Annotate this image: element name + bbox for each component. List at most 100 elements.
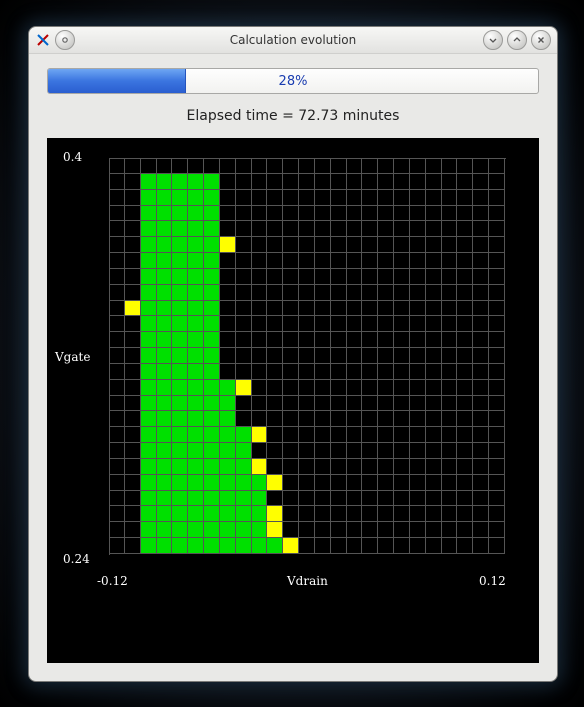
heatmap-cell: [457, 459, 473, 475]
heatmap-cell: [394, 174, 410, 190]
heatmap-cell: [362, 237, 378, 253]
heatmap-cell: [473, 459, 489, 475]
heatmap-cell: [473, 538, 489, 554]
heatmap-cell: [394, 237, 410, 253]
heatmap-cell: [204, 221, 220, 237]
heatmap-cell: [252, 459, 268, 475]
heatmap-cell: [141, 253, 157, 269]
y-tick-top: 0.4: [63, 150, 82, 164]
heatmap-cell: [378, 253, 394, 269]
x-tick-right: 0.12: [479, 574, 506, 588]
heatmap-cell: [394, 316, 410, 332]
heatmap-cell: [347, 380, 363, 396]
heatmap-cell: [489, 491, 505, 507]
heatmap-cell: [204, 285, 220, 301]
heatmap-cell: [457, 285, 473, 301]
heatmap-cell: [331, 459, 347, 475]
heatmap-cell: [378, 316, 394, 332]
heatmap-cell: [347, 506, 363, 522]
heatmap-cell: [410, 316, 426, 332]
heatmap-cell: [267, 301, 283, 317]
heatmap-cell: [283, 459, 299, 475]
heatmap-cell: [109, 348, 125, 364]
heatmap-cell: [283, 301, 299, 317]
heatmap-cell: [236, 174, 252, 190]
heatmap-cell: [157, 443, 173, 459]
heatmap-cell: [457, 522, 473, 538]
heatmap-cell: [252, 253, 268, 269]
heatmap-cell: [252, 190, 268, 206]
heatmap-cell: [125, 158, 141, 174]
heatmap-cell: [157, 316, 173, 332]
heatmap-cell: [362, 348, 378, 364]
heatmap-cell: [188, 427, 204, 443]
heatmap-cell: [299, 427, 315, 443]
heatmap-cell: [410, 221, 426, 237]
heatmap-cell: [157, 364, 173, 380]
heatmap-cell: [267, 174, 283, 190]
heatmap-cell: [204, 411, 220, 427]
heatmap-cell: [410, 411, 426, 427]
heatmap-cell: [426, 380, 442, 396]
heatmap-cell: [442, 206, 458, 222]
heatmap-cell: [157, 269, 173, 285]
heatmap-cell: [157, 522, 173, 538]
heatmap-cell: [157, 491, 173, 507]
heatmap-cell: [267, 522, 283, 538]
heatmap-cell: [362, 174, 378, 190]
heatmap-cell: [283, 332, 299, 348]
heatmap-cell: [252, 237, 268, 253]
heatmap-cell: [172, 332, 188, 348]
heatmap-cell: [410, 443, 426, 459]
heatmap-cell: [125, 269, 141, 285]
heatmap-cell: [394, 459, 410, 475]
heatmap-cell: [426, 396, 442, 412]
heatmap-cell: [157, 237, 173, 253]
heatmap-cell: [410, 522, 426, 538]
heatmap-cell: [267, 427, 283, 443]
heatmap-cell: [172, 301, 188, 317]
heatmap-cell: [125, 522, 141, 538]
heatmap-cell: [109, 459, 125, 475]
heatmap-cell: [473, 427, 489, 443]
heatmap-cell: [252, 506, 268, 522]
heatmap-cell: [283, 506, 299, 522]
heatmap-cell: [442, 269, 458, 285]
heatmap-cell: [141, 158, 157, 174]
heatmap-cell: [473, 506, 489, 522]
heatmap-cell: [410, 301, 426, 317]
heatmap-cell: [362, 221, 378, 237]
heatmap-cell: [378, 221, 394, 237]
heatmap-cell: [457, 491, 473, 507]
menu-button[interactable]: [55, 30, 75, 50]
heatmap-cell: [473, 253, 489, 269]
heatmap-cell: [442, 364, 458, 380]
maximize-button[interactable]: [507, 30, 527, 50]
heatmap-cell: [442, 285, 458, 301]
heatmap-cell: [220, 396, 236, 412]
heatmap-cell: [362, 364, 378, 380]
heatmap-cell: [267, 380, 283, 396]
minimize-button[interactable]: [483, 30, 503, 50]
heatmap-cell: [267, 253, 283, 269]
heatmap-cell: [489, 332, 505, 348]
heatmap-cell: [394, 285, 410, 301]
heatmap-cell: [378, 380, 394, 396]
heatmap-cell: [157, 285, 173, 301]
heatmap-cell: [172, 316, 188, 332]
heatmap-cell: [378, 459, 394, 475]
heatmap-cell: [109, 427, 125, 443]
heatmap-cell: [331, 174, 347, 190]
heatmap-cell: [236, 364, 252, 380]
heatmap-cell: [267, 506, 283, 522]
heatmap-cell: [220, 459, 236, 475]
heatmap-cell: [141, 364, 157, 380]
heatmap-cell: [457, 269, 473, 285]
heatmap-cell: [204, 364, 220, 380]
titlebar-right: [483, 30, 551, 50]
heatmap-cell: [426, 459, 442, 475]
close-button[interactable]: [531, 30, 551, 50]
heatmap-cell: [331, 221, 347, 237]
heatmap-cell: [394, 443, 410, 459]
heatmap-cell: [394, 301, 410, 317]
